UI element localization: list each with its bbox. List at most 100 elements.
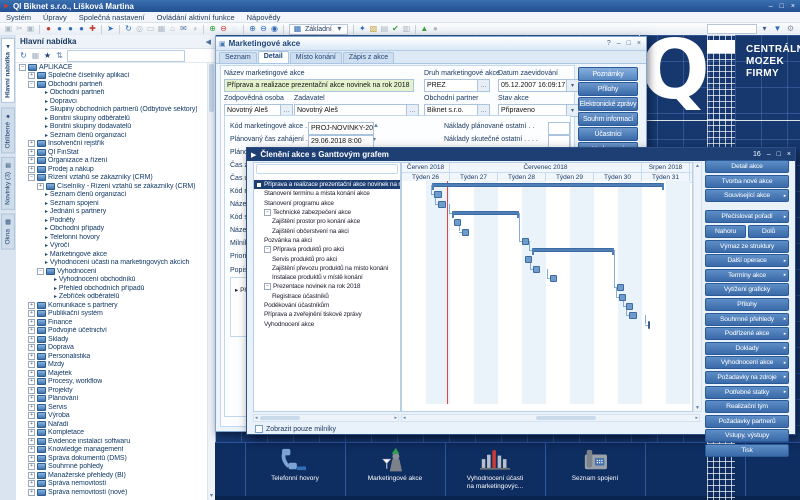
window-control-2[interactable]: □ xyxy=(627,40,631,47)
dialog-button-8[interactable]: Termíny akce▸ xyxy=(705,269,789,282)
gantt-task-row[interactable]: Zajištění občerstvení na akci xyxy=(254,226,400,235)
tree-item[interactable]: ▸Marketingové akce xyxy=(17,250,207,259)
sidebar-tab-3[interactable]: Okna▦ xyxy=(1,214,15,250)
sidebar-tab-1[interactable]: Oblíbené★ xyxy=(1,107,15,153)
window-control-1[interactable]: – xyxy=(617,40,621,47)
layout-icon[interactable]: ▦ xyxy=(31,51,40,61)
dialog-button-6[interactable]: Výmaz ze struktury xyxy=(705,240,789,253)
sidebar-tab-0[interactable]: Hlavní nabídka▲ xyxy=(1,38,15,103)
dialog-button-17[interactable]: Realizační tým xyxy=(705,400,789,413)
field-value[interactable]: PROJ-NOVINKY-200 xyxy=(308,122,374,135)
dialog-button-7[interactable]: Další operace▸ xyxy=(705,254,789,267)
open-folder-icon[interactable]: ▨ xyxy=(368,24,379,34)
expand-icon[interactable]: + xyxy=(28,489,35,496)
tree-item[interactable]: +Sklady xyxy=(17,335,207,344)
side-button-1[interactable]: Přílohy xyxy=(578,82,638,96)
tree-item[interactable]: ▸Bonitní skupiny dodavatelů xyxy=(17,123,207,132)
tree-item[interactable]: ▸Seznam členů organizací xyxy=(17,191,207,200)
tree-item[interactable]: +Správa dokumentů (DMS) xyxy=(17,454,207,463)
app-control-0[interactable]: – xyxy=(769,3,773,10)
expand-icon[interactable]: − xyxy=(28,81,35,88)
tree-item[interactable]: +Publikační systém xyxy=(17,310,207,319)
dialog-button-18[interactable]: Požadavky partnerů xyxy=(705,415,789,428)
gantt-task-row[interactable]: Registrace účastníků xyxy=(254,292,400,301)
refresh-icon[interactable]: ↻ xyxy=(123,24,134,34)
tree-item[interactable]: +Správa nemovitostí xyxy=(17,480,207,489)
gantt-task-row[interactable]: Vyhodnocení akce xyxy=(254,319,400,328)
tree-item[interactable]: +Insolvenční rejstřík xyxy=(17,140,207,149)
tree-item[interactable]: +Nářadí xyxy=(17,420,207,429)
dialog-control-1[interactable]: □ xyxy=(777,151,781,158)
app-control-1[interactable]: □ xyxy=(780,3,784,10)
gantt-task-row[interactable]: Stanovení programu akce xyxy=(254,199,400,208)
scroll-right-icon[interactable]: ▸ xyxy=(695,415,698,421)
dialog-button-12[interactable]: Podřízené akce▸ xyxy=(705,327,789,340)
side-button-0[interactable]: Poznámky xyxy=(578,67,638,81)
gantt-bar-11[interactable] xyxy=(617,284,624,291)
gantt-task-row[interactable]: Stanovení termínu a místa konání akce xyxy=(254,189,400,198)
side-button-4[interactable]: Účastníci xyxy=(578,127,638,141)
add-icon[interactable]: ⊕ xyxy=(207,24,218,34)
tree-item[interactable]: ▸Jednání s partnery xyxy=(17,208,207,217)
disable-icon[interactable]: ◎ xyxy=(134,24,145,34)
gantt-task-row[interactable]: −Technické zabezpečení akce xyxy=(254,208,400,217)
dialog-button-4[interactable]: Přečíslovat pořadí▸ xyxy=(705,210,789,223)
scroll-right-icon[interactable]: ▸ xyxy=(394,415,397,421)
nav-next-icon[interactable]: ● xyxy=(76,24,87,34)
dialog-control-2[interactable]: × xyxy=(787,151,791,158)
expand-icon[interactable]: + xyxy=(28,149,35,156)
lookup-button[interactable]: … xyxy=(477,79,490,92)
history-icon[interactable]: ◑ xyxy=(189,24,200,34)
gantt-bar-7[interactable] xyxy=(532,248,614,252)
gantt-bar-10[interactable] xyxy=(550,275,557,282)
sort-icon[interactable]: ⇅ xyxy=(55,51,64,61)
scroll-down-icon[interactable]: ▼ xyxy=(695,405,700,411)
tree-item[interactable]: ▸Dopravci xyxy=(17,97,207,106)
gantt-bar-2[interactable] xyxy=(438,201,446,208)
table-view-icon[interactable]: ▤ xyxy=(379,24,390,34)
desktop-icon-event[interactable]: Marketingové akce xyxy=(345,446,445,483)
upload-icon[interactable]: ● xyxy=(430,24,441,34)
cut-icon[interactable]: ✂ xyxy=(14,24,25,34)
gantt-bar-9[interactable] xyxy=(533,266,540,273)
tree-item[interactable]: +Kompletace xyxy=(17,429,207,438)
gantt-vertical-scrollbar[interactable]: ▲ ▼ xyxy=(693,162,702,412)
tree-item[interactable]: ▸Výročí xyxy=(17,242,207,251)
tree-item[interactable]: +Číselníky - Řízení vztahů se zákazníky … xyxy=(17,182,207,191)
dialog-button-5-1[interactable]: Dolů xyxy=(748,225,789,238)
tree-item[interactable]: ▸Žebříček odběratelů xyxy=(17,293,207,302)
expand-icon[interactable]: + xyxy=(37,183,44,190)
field-value[interactable]: PREZ xyxy=(424,79,480,92)
expand-icon[interactable]: + xyxy=(28,140,35,147)
tree-icon[interactable]: ▲ xyxy=(419,24,430,34)
tree-item[interactable]: +Souhrnné pohledy xyxy=(17,463,207,472)
menu-item-2[interactable]: Společná nastavení xyxy=(73,13,151,22)
gantt-task-row[interactable]: Servis produktů pro akci xyxy=(254,254,400,263)
tree-item[interactable]: +Procesy, workflow xyxy=(17,378,207,387)
window-control-3[interactable]: × xyxy=(637,40,641,47)
side-button-3[interactable]: Souhrn informací xyxy=(578,112,638,126)
zoom-in-icon[interactable]: ⊕ xyxy=(247,24,258,34)
filter-new-icon[interactable]: ✦ xyxy=(357,24,368,34)
tree-item[interactable]: ▸Vyhodnocení obchodníků xyxy=(17,276,207,285)
gantt-bar-4[interactable] xyxy=(454,219,461,226)
neutral-icon[interactable]: ◌ xyxy=(229,24,240,34)
expand-icon[interactable]: + xyxy=(28,404,35,411)
tree-item[interactable]: +Výroba xyxy=(17,412,207,421)
tree-horizontal-scrollbar[interactable]: ◂ ▸ xyxy=(253,414,399,422)
gantt-task-row[interactable]: −Prezentace novinek na rok 2018 xyxy=(254,282,400,291)
expand-icon[interactable]: + xyxy=(28,166,35,173)
gantt-bar-12[interactable] xyxy=(619,294,626,301)
desktop-icon-chart[interactable]: Vyhodnocení účastina marketingovýc... xyxy=(445,446,545,491)
gantt-bar-6[interactable] xyxy=(522,238,529,245)
gantt-bar-13[interactable] xyxy=(626,303,633,310)
expand-icon[interactable]: − xyxy=(264,283,271,290)
gantt-bar-5[interactable] xyxy=(462,229,469,236)
field-value[interactable]: 05.12.2007 16:09:17 xyxy=(498,79,570,92)
milestones-only-checkbox[interactable]: Zobrazit pouze milníky xyxy=(255,425,336,433)
tree-item[interactable]: +Knowledge management xyxy=(17,446,207,455)
dialog-button-14[interactable]: Vyhodnocení akce▸ xyxy=(705,356,789,369)
nav-stop-icon[interactable]: ✚ xyxy=(87,24,98,34)
nav-prev-icon[interactable]: ● xyxy=(54,24,65,34)
expand-icon[interactable]: − xyxy=(264,246,271,253)
